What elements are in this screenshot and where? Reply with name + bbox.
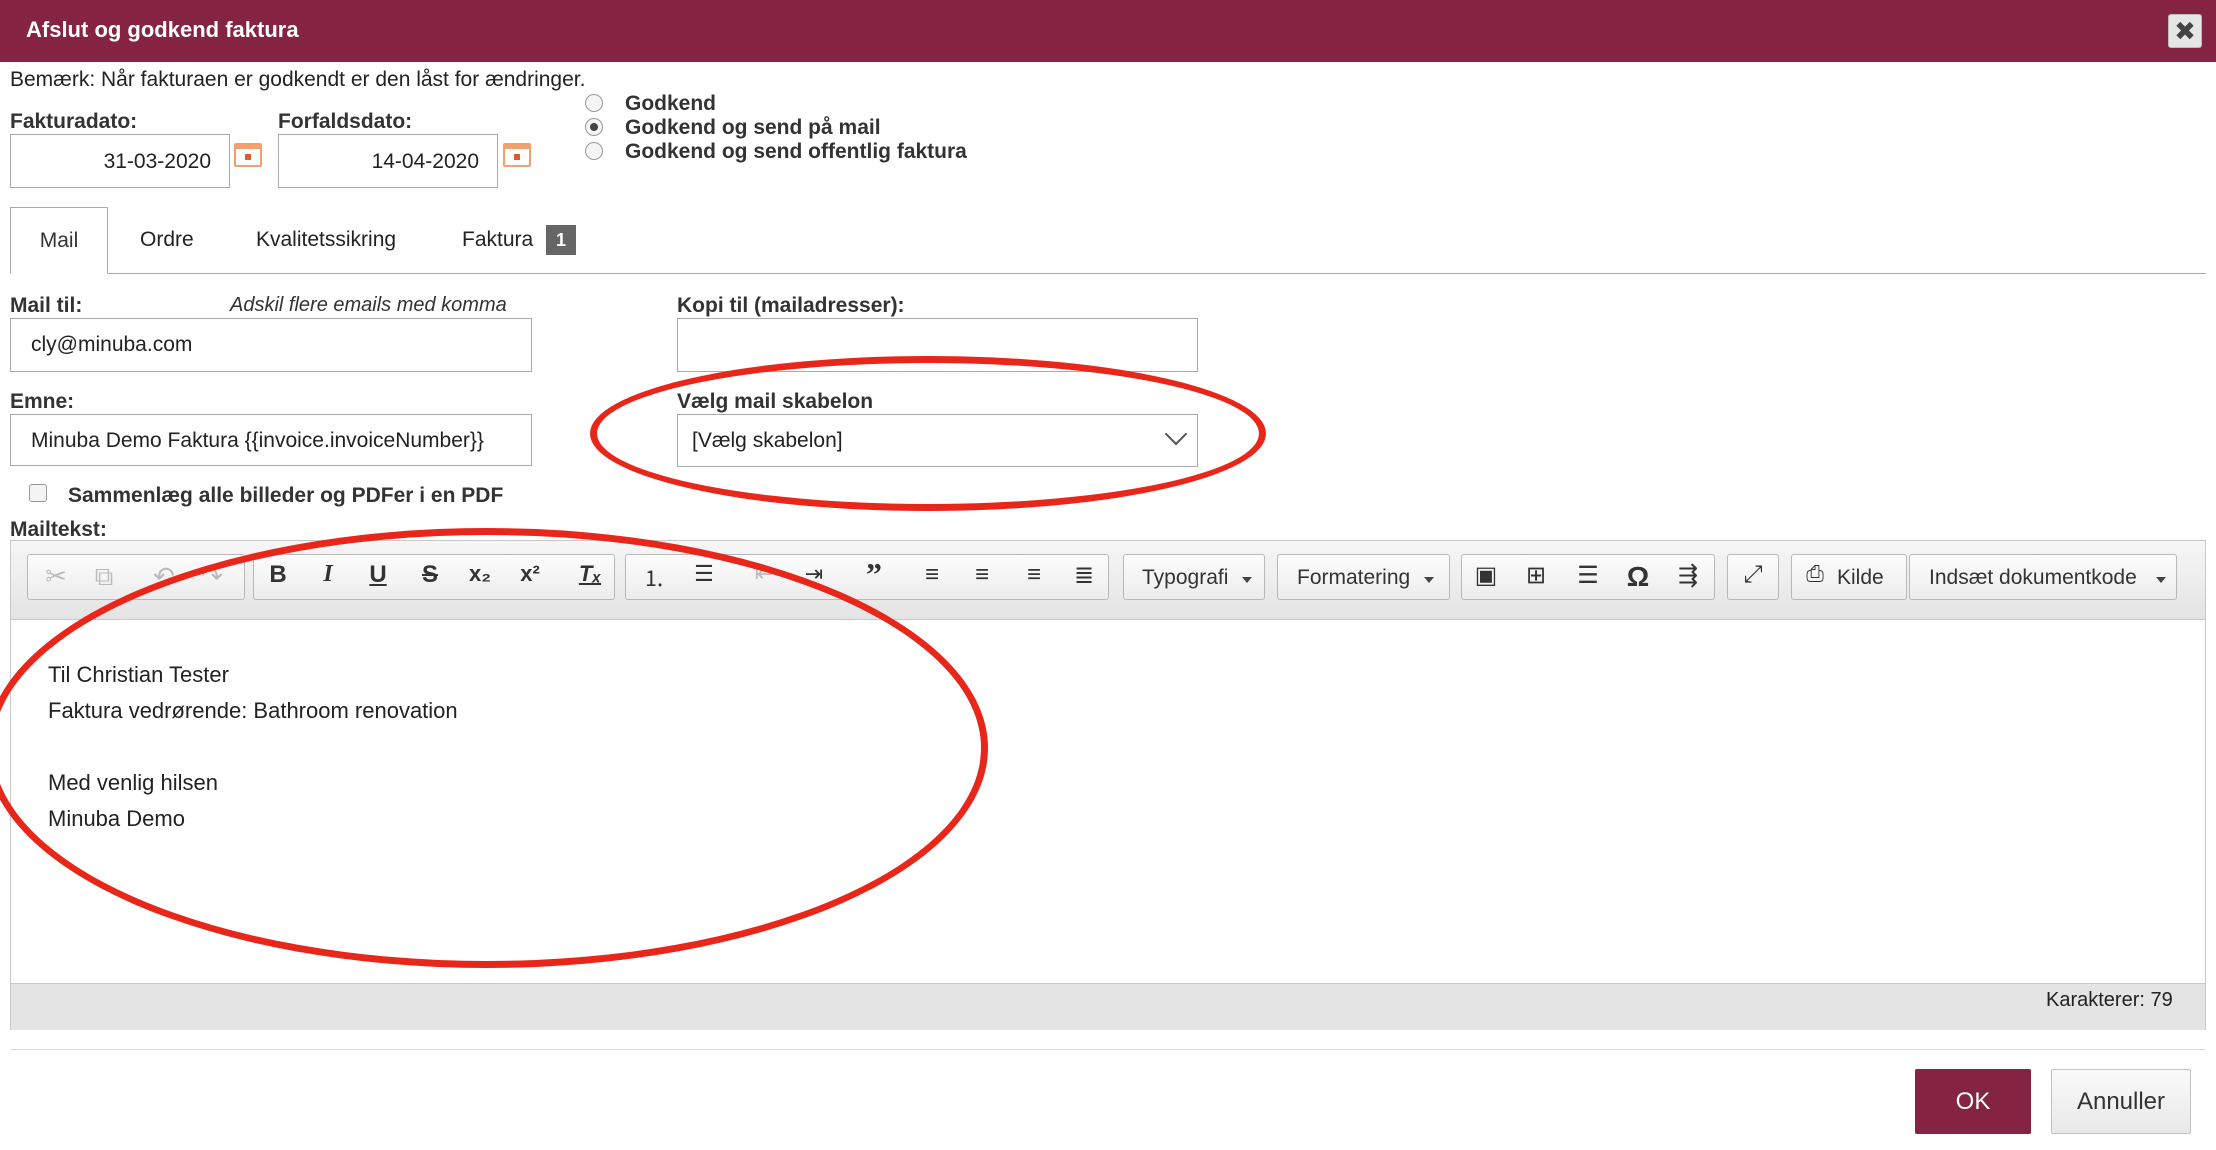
lock-note: Bemærk: Når fakturaen er godkendt er den… (10, 68, 586, 91)
dialog-titlebar (0, 0, 2216, 62)
copy-icon[interactable]: ⧉ (84, 561, 124, 593)
merge-pdf-checkbox[interactable] (29, 484, 47, 502)
editor-statusbar (11, 983, 2205, 1030)
caret-down-icon (1242, 577, 1252, 583)
align-left-icon[interactable]: ≡ (912, 561, 952, 589)
page-break-icon[interactable]: ⇶ (1668, 561, 1708, 590)
table-icon[interactable]: ⊞ (1516, 561, 1556, 590)
footer-divider (10, 1049, 2206, 1050)
radio-godkend[interactable] (585, 94, 603, 112)
tab-ordre[interactable]: Ordre (140, 228, 194, 252)
typografi-label: Typografi (1142, 566, 1229, 589)
mail-to-label: Mail til: (10, 294, 83, 317)
caret-down-icon (1424, 577, 1434, 583)
subject-input[interactable]: Minuba Demo Faktura {{invoice.invoiceNum… (10, 414, 532, 466)
image-icon[interactable]: ▣ (1466, 561, 1506, 590)
calendar-icon[interactable] (234, 143, 262, 167)
annotation-ellipse (590, 356, 1266, 511)
mail-to-input[interactable]: cly@minuba.com (10, 318, 532, 372)
radio-label: Godkend (625, 92, 717, 115)
tab-divider (10, 273, 2206, 274)
cc-label: Kopi til (mailadresser): (677, 294, 905, 317)
tab-faktura[interactable]: Faktura (462, 228, 533, 252)
align-center-icon[interactable]: ≡ (962, 561, 1002, 589)
character-count: Karakterer: 79 (2046, 989, 2173, 1011)
cancel-button[interactable]: Annuller (2051, 1069, 2191, 1134)
maximize-icon: ⤢ (1743, 561, 1763, 588)
align-right-icon[interactable]: ≡ (1014, 561, 1054, 589)
close-button[interactable]: ✖ (2168, 14, 2202, 48)
subject-label: Emne: (10, 390, 75, 413)
align-justify-icon[interactable]: ≣ (1064, 561, 1104, 590)
merge-pdf-label: Sammenlæg alle billeder og PDFer i en PD… (68, 484, 504, 507)
tab-mail[interactable]: Mail (10, 207, 108, 274)
horizontal-line-icon[interactable]: ☰ (1568, 561, 1608, 590)
formatering-label: Formatering (1297, 566, 1411, 589)
special-char-icon[interactable]: Ω (1618, 561, 1658, 593)
calendar-icon[interactable] (503, 143, 531, 167)
dialog-title: Afslut og godkend faktura (26, 17, 299, 42)
invoice-date-label: Fakturadato: (10, 110, 138, 133)
radio-godkend-offentlig[interactable] (585, 142, 603, 160)
due-date-input[interactable]: 14-04-2020 (278, 134, 498, 188)
mail-to-hint: Adskil flere emails med komma (230, 294, 507, 316)
tab-kvalitetssikring[interactable]: Kvalitetssikring (256, 228, 396, 252)
tab-count-badge: 1 (546, 225, 576, 255)
radio-godkend-send-mail[interactable] (585, 118, 603, 136)
insert-code-label: Indsæt dokumentkode (1929, 566, 2137, 589)
radio-label: Godkend og send på mail (625, 116, 881, 139)
source-icon: ⎙ (1806, 561, 1824, 586)
cut-icon[interactable]: ✂ (36, 561, 76, 592)
source-label: Kilde (1837, 566, 1884, 589)
caret-down-icon (2156, 577, 2166, 583)
due-date-label: Forfaldsdato: (278, 110, 413, 133)
invoice-date-input[interactable]: 31-03-2020 (10, 134, 230, 188)
radio-label: Godkend og send offentlig faktura (625, 140, 967, 163)
mail-body-label: Mailtekst: (10, 518, 107, 541)
annotation-ellipse (0, 528, 988, 968)
ok-button[interactable]: OK (1915, 1069, 2031, 1134)
blockquote-icon[interactable]: ” (854, 556, 894, 593)
